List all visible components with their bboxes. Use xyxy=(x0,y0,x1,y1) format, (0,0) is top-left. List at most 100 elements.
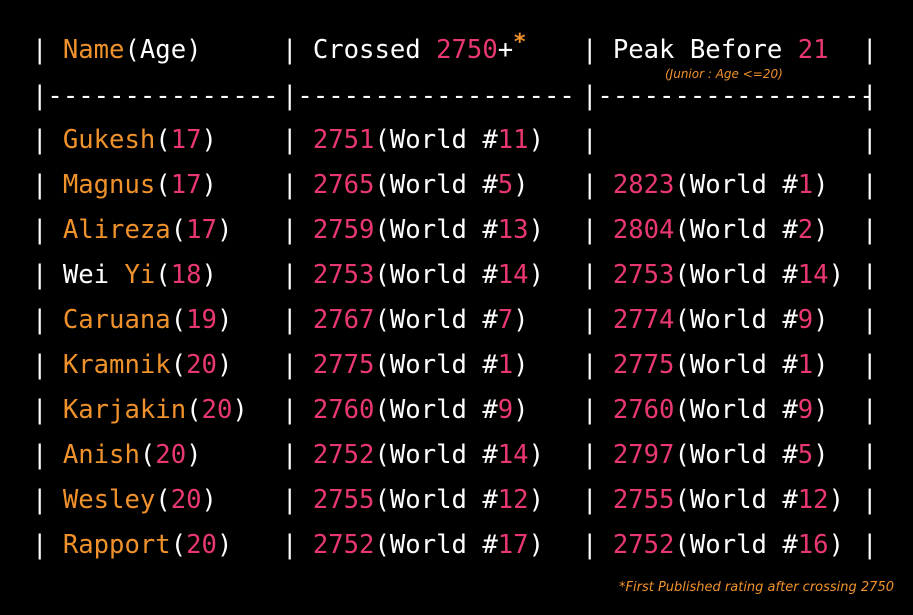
world-prefix: (World # xyxy=(374,440,498,470)
player-age: 18 xyxy=(170,260,202,290)
player-cell: | Alireza(17) xyxy=(32,215,233,245)
player-name: Yi xyxy=(124,260,156,290)
crossed-cell: | 2759(World #13) xyxy=(282,215,544,245)
player-cell: | Wesley(20) xyxy=(32,485,217,515)
crossed-world-rank: 13 xyxy=(497,215,529,245)
crossed-cell: | 2775(World #1) xyxy=(282,350,529,380)
row-end-pipe: | xyxy=(862,215,878,245)
player-age: 20 xyxy=(155,440,187,470)
player-cell: | Gukesh(17) xyxy=(32,125,217,155)
world-prefix: (World # xyxy=(674,350,798,380)
world-suffix: ) xyxy=(513,395,529,425)
player-name: Gukesh xyxy=(62,125,156,155)
header-crossed-cell: | Crossed 2750+* xyxy=(282,30,527,65)
paren-close: ) xyxy=(216,305,233,335)
world-prefix: (World # xyxy=(374,125,498,155)
player-name: Kramnik xyxy=(62,350,171,380)
crossed-world-rank: 17 xyxy=(497,530,529,560)
crossed-rating: 2755 xyxy=(312,485,375,515)
world-prefix: (World # xyxy=(674,215,798,245)
peak-rating: 2753 xyxy=(612,260,675,290)
peak-world-rank: 2 xyxy=(797,215,814,245)
paren-close: ) xyxy=(201,485,217,515)
divider-seg3: ------------------ xyxy=(597,81,875,111)
crossed-rating: 2767 xyxy=(312,305,375,335)
world-prefix: (World # xyxy=(374,305,498,335)
row-end-pipe: | xyxy=(862,530,878,560)
peak-world-rank: 12 xyxy=(797,485,829,515)
peak-world-rank: 9 xyxy=(797,305,814,335)
paren-open: ( xyxy=(170,305,187,335)
world-suffix: ) xyxy=(528,485,544,515)
peak-rating: 2755 xyxy=(612,485,675,515)
player-cell: | Caruana(19) xyxy=(32,305,233,335)
row-end-pipe: | xyxy=(862,305,878,335)
world-suffix: ) xyxy=(813,170,829,200)
peak-world-rank: 1 xyxy=(797,170,814,200)
world-suffix: ) xyxy=(528,530,544,560)
world-prefix: (World # xyxy=(374,395,498,425)
paren-close: ) xyxy=(216,215,233,245)
paren-close: ) xyxy=(216,350,233,380)
peak-rating: 2797 xyxy=(612,440,675,470)
peak-world-rank: 16 xyxy=(797,530,829,560)
crossed-world-rank: 7 xyxy=(497,305,514,335)
header-crossed-asterisk: * xyxy=(513,30,527,55)
world-suffix: ) xyxy=(513,350,529,380)
header-crossed-plus: + xyxy=(497,35,514,65)
world-suffix: ) xyxy=(513,170,529,200)
paren-close: ) xyxy=(201,125,217,155)
row-end-pipe: | xyxy=(862,170,878,200)
player-age: 20 xyxy=(186,350,217,380)
crossed-rating: 2751 xyxy=(312,125,375,155)
world-prefix: (World # xyxy=(674,440,798,470)
player-cell: | Karjakin(20) xyxy=(32,395,248,425)
row-end-pipe: | xyxy=(862,350,878,380)
player-name: Anish xyxy=(62,440,140,470)
crossed-rating: 2752 xyxy=(312,530,375,560)
divider-seg1-wrap: |--------------- xyxy=(32,81,279,111)
paren-close: ) xyxy=(201,170,217,200)
world-suffix: ) xyxy=(813,350,829,380)
player-name: Rapport xyxy=(62,530,171,560)
paren-close: ) xyxy=(216,530,233,560)
world-suffix: ) xyxy=(828,260,844,290)
footnote: *First Published rating after crossing 2… xyxy=(619,580,894,595)
peak-cell: | 2775(World #1) xyxy=(582,350,829,380)
peak-cell: | 2797(World #5) xyxy=(582,440,829,470)
crossed-world-rank: 5 xyxy=(497,170,514,200)
header-name-label: Name xyxy=(62,35,125,65)
crossed-cell: | 2760(World #9) xyxy=(282,395,529,425)
peak-cell: | 2753(World #14) xyxy=(582,260,844,290)
paren-open: ( xyxy=(170,350,187,380)
world-prefix: (World # xyxy=(374,170,498,200)
crossed-cell: | 2767(World #7) xyxy=(282,305,529,335)
crossed-cell: | 2752(World #14) xyxy=(282,440,544,470)
row-end-pipe: | xyxy=(862,125,878,155)
player-name: Alireza xyxy=(62,215,171,245)
header-peak-cell: | Peak Before 21 xyxy=(582,35,829,65)
peak-rating: 2775 xyxy=(612,350,675,380)
paren-open: ( xyxy=(155,170,171,200)
paren-open: ( xyxy=(139,440,156,470)
crossed-world-rank: 14 xyxy=(497,260,529,290)
crossed-rating: 2759 xyxy=(312,215,375,245)
divider-end-pipe: | xyxy=(862,81,878,111)
peak-cell: | 2823(World #1) xyxy=(582,170,829,200)
peak-cell: | 2774(World #9) xyxy=(582,305,829,335)
player-name: Karjakin xyxy=(62,395,187,425)
divider-seg1: --------------- xyxy=(47,81,279,111)
world-prefix: (World # xyxy=(674,305,798,335)
world-suffix: ) xyxy=(513,305,529,335)
peak-rating: 2760 xyxy=(612,395,675,425)
world-suffix: ) xyxy=(528,260,544,290)
paren-open: ( xyxy=(155,125,171,155)
peak-rating: 2752 xyxy=(612,530,675,560)
paren-close: ) xyxy=(186,440,202,470)
paren-open: ( xyxy=(170,215,187,245)
player-name: Magnus xyxy=(62,170,156,200)
player-name: Wesley xyxy=(62,485,156,515)
peak-cell: | 2804(World #2) xyxy=(582,215,829,245)
world-suffix: ) xyxy=(528,215,544,245)
divider-seg2-wrap: |------------------ xyxy=(282,81,575,111)
